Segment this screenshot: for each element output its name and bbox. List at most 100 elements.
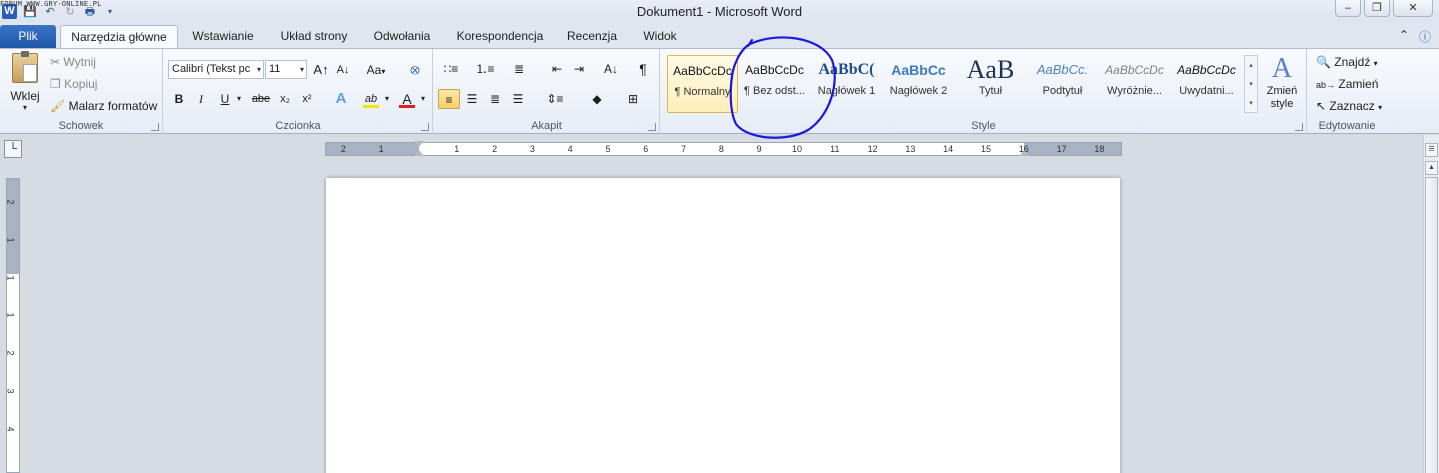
style-heading-2[interactable]: AaBbCc Nagłówek 2 <box>883 55 954 113</box>
underline-dropdown-icon[interactable]: ▾ <box>234 89 244 109</box>
cut-button[interactable]: ✂ Wytnij <box>50 55 96 69</box>
sort-button[interactable]: A↓ <box>600 59 622 79</box>
styles-launcher-icon[interactable] <box>1295 123 1303 131</box>
highlight-button[interactable]: ab <box>360 89 382 109</box>
tab-home[interactable]: Narzędzia główne <box>60 25 178 48</box>
align-left-button[interactable]: ≡ <box>438 89 460 109</box>
font-color-button[interactable]: A <box>396 89 418 109</box>
align-right-button[interactable]: ≣ <box>484 89 506 109</box>
chevron-down-icon[interactable]: ▾ <box>1245 75 1257 94</box>
style-sample: AaBbCc <box>891 62 946 78</box>
help-icon[interactable]: ⓘ <box>1419 28 1431 45</box>
tab-insert[interactable]: Wstawianie <box>186 25 260 48</box>
group-editing: 🔍 Znajdź ▾ ab→ Zamień ↖ Zaznacz ▾ Edytow… <box>1308 49 1386 134</box>
shrink-font-button[interactable]: A↓ <box>332 60 354 80</box>
replace-label: Zamień <box>1338 77 1379 91</box>
vertical-scrollbar[interactable]: ☰ ▲ <box>1423 135 1439 473</box>
show-marks-button[interactable]: ¶ <box>632 59 654 79</box>
clipboard-icon <box>12 51 38 83</box>
ruler-tick-label: 10 <box>791 144 803 154</box>
style-sample: AaBbCc. <box>1036 62 1089 77</box>
more-styles-icon[interactable]: ▾ <box>1245 94 1257 113</box>
shading-button[interactable]: ◆ <box>582 89 612 109</box>
clear-formatting-button[interactable]: ⭙ <box>404 60 426 80</box>
title-bar: W 💾 ↶ ↻ 🖶 ▾ FORUM WWW.GRY-ONLINE.PL Doku… <box>0 0 1439 22</box>
replace-button[interactable]: ab→ Zamień <box>1316 77 1378 91</box>
align-center-button[interactable]: ☰ <box>461 89 483 109</box>
tab-page-layout[interactable]: Układ strony <box>272 25 356 48</box>
change-case-button[interactable]: Aa▾ <box>362 60 390 80</box>
superscript-button[interactable]: x² <box>296 89 318 109</box>
font-family-select[interactable]: Calibri (Tekst pc ▾ <box>168 60 264 79</box>
bold-button[interactable]: B <box>168 89 190 109</box>
copy-button[interactable]: ❐ Kopiuj <box>50 77 97 91</box>
style-subtle-emphasis[interactable]: AaBbCcDc Wyróżnie... <box>1099 55 1170 113</box>
scroll-thumb[interactable] <box>1425 177 1438 473</box>
font-size-select[interactable]: 11 ▾ <box>265 60 307 79</box>
bullets-button[interactable]: ∷≡ <box>440 59 462 79</box>
scissors-icon: ✂ <box>50 55 61 69</box>
find-button[interactable]: 🔍 Znajdź ▾ <box>1316 55 1378 69</box>
text-effects-button[interactable]: A <box>330 89 352 109</box>
style-name: ¶ Bez odst... <box>744 85 805 97</box>
paste-button[interactable]: Wklej ▾ <box>8 51 42 112</box>
font-launcher-icon[interactable] <box>421 123 429 131</box>
change-styles-button[interactable]: A Zmień style <box>1262 53 1302 111</box>
collapse-ribbon-icon[interactable]: ⌃ <box>1399 28 1409 45</box>
justify-button[interactable]: ☰ <box>507 89 529 109</box>
tab-review[interactable]: Recenzja <box>562 25 622 48</box>
tab-selector-button[interactable]: └ <box>4 140 22 158</box>
ruler-tick-label: 18 <box>1094 144 1105 154</box>
tab-references[interactable]: Odwołania <box>366 25 438 48</box>
format-painter-button[interactable]: 🖌 Malarz formatów <box>50 99 157 113</box>
paragraph-launcher-icon[interactable] <box>648 123 656 131</box>
ruler-tick-label: 1 <box>378 144 384 154</box>
clipboard-launcher-icon[interactable] <box>151 123 159 131</box>
borders-button[interactable]: ⊞ <box>618 89 648 109</box>
subscript-button[interactable]: x₂ <box>274 89 296 109</box>
maximize-button[interactable]: ❐ <box>1364 0 1390 17</box>
ruler-right-margin <box>1024 143 1121 155</box>
sort-icon: A↓ <box>603 62 618 76</box>
ruler-top-margin <box>7 179 19 274</box>
font-color-dropdown-icon[interactable]: ▾ <box>418 89 428 109</box>
grow-font-button[interactable]: A↑ <box>310 60 332 80</box>
ruler-tick-label: 16 <box>1018 144 1029 154</box>
select-button[interactable]: ↖ Zaznacz ▾ <box>1316 99 1382 113</box>
tab-file[interactable]: Plik <box>0 25 56 48</box>
style-normal[interactable]: AaBbCcDc ¶ Normalny <box>667 55 738 113</box>
style-name: Tytuł <box>978 85 1003 97</box>
style-heading-1[interactable]: AaBbC( Nagłówek 1 <box>811 55 882 113</box>
increase-indent-button[interactable]: ⇥ <box>568 59 590 79</box>
multilevel-list-button[interactable]: ≣ <box>508 59 530 79</box>
style-no-spacing[interactable]: AaBbCcDc ¶ Bez odst... <box>739 55 810 113</box>
minimize-button[interactable]: – <box>1335 0 1361 17</box>
ruler-tick-label: 5 <box>605 144 611 154</box>
line-spacing-button[interactable]: ⇕≡ <box>540 89 570 109</box>
horizontal-ruler[interactable]: 2 1 1 2 3 4 5 6 7 8 9 10 11 12 13 14 15 16 17 18 <box>325 141 1122 156</box>
paste-dropdown-icon[interactable]: ▾ <box>8 103 42 112</box>
tab-view[interactable]: Widok <box>634 25 686 48</box>
scroll-up-button[interactable]: ▲ <box>1425 161 1438 175</box>
highlight-dropdown-icon[interactable]: ▾ <box>382 89 392 109</box>
style-emphasis[interactable]: AaBbCcDc Uwydatni... <box>1171 55 1242 113</box>
italic-button[interactable]: I <box>190 89 212 109</box>
strikethrough-button[interactable]: abe <box>250 89 272 109</box>
style-title[interactable]: AaB Tytuł <box>955 55 1026 113</box>
style-subtitle[interactable]: AaBbCc. Podtytuł <box>1027 55 1098 113</box>
chevron-up-icon[interactable]: ▴ <box>1245 56 1257 75</box>
first-line-indent-marker[interactable] <box>414 141 424 147</box>
close-button[interactable]: ✕ <box>1393 0 1433 17</box>
vertical-ruler[interactable]: 2 1 1 1 2 3 4 <box>6 178 20 473</box>
numbering-button[interactable]: ⒈≡ <box>474 59 496 79</box>
styles-gallery-scroll[interactable]: ▴ ▾ ▾ <box>1244 55 1258 113</box>
view-ruler-icon[interactable]: ☰ <box>1425 143 1438 157</box>
document-page[interactable] <box>326 178 1120 473</box>
decrease-indent-button[interactable]: ⇤ <box>546 59 568 79</box>
styles-gallery: AaBbCcDc ¶ Normalny AaBbCcDc ¶ Bez odst.… <box>667 55 1244 113</box>
tab-mailings[interactable]: Korespondencja <box>450 25 550 48</box>
underline-button[interactable]: U <box>214 89 236 109</box>
vruler-tick-label: 1 <box>5 275 16 281</box>
ruler-tick-label: 1 <box>454 144 460 154</box>
left-indent-marker[interactable] <box>414 150 424 156</box>
